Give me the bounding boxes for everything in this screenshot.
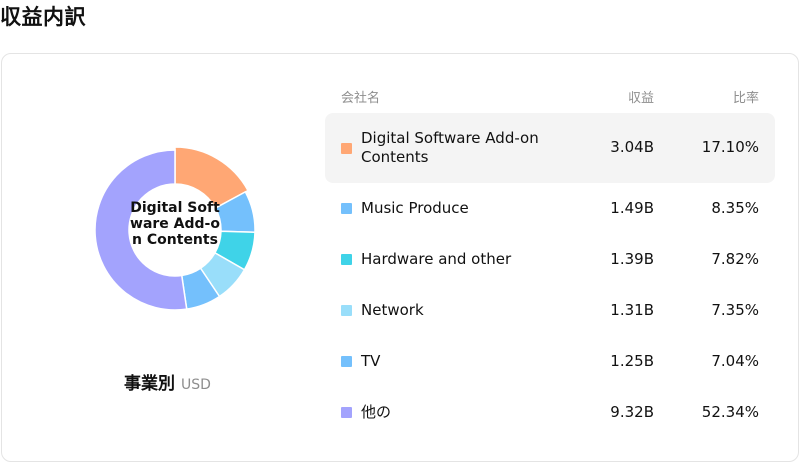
table-row[interactable]: TV 1.25B 7.04%	[325, 336, 775, 387]
row-name: 他の	[361, 402, 392, 421]
row-ratio: 52.34%	[701, 402, 759, 421]
revenue-table: 会社名 収益 比率 Digital Software Add-on Conten…	[325, 84, 775, 438]
legend-swatch	[341, 356, 352, 367]
table-body: Digital Software Add-on Contents 3.04B 17.…	[325, 113, 775, 438]
header-company-name: 会社名	[341, 91, 381, 106]
table-row[interactable]: Digital Software Add-on Contents 3.04B 17.…	[325, 113, 775, 183]
legend-swatch	[341, 407, 352, 418]
row-ratio: 8.35%	[711, 198, 759, 217]
row-ratio: 7.82%	[711, 249, 759, 268]
legend-swatch	[341, 142, 352, 154]
row-ratio: 7.35%	[711, 300, 759, 319]
row-revenue: 3.04B	[610, 138, 654, 156]
table-row[interactable]: Music Produce 1.49B 8.35%	[325, 183, 775, 234]
row-name: Digital Software Add-on Contents	[361, 129, 539, 166]
legend-swatch	[341, 203, 352, 214]
page-title: 収益内訳	[0, 5, 86, 29]
legend-swatch	[341, 305, 352, 316]
row-revenue: 1.31B	[610, 300, 654, 319]
header-revenue: 収益	[627, 91, 654, 106]
table-header: 会社名 収益 比率	[325, 84, 775, 108]
table-row[interactable]: Network 1.31B 7.35%	[325, 285, 775, 336]
donut-center-label: Digital Software Add-on Contents	[130, 200, 220, 248]
row-revenue: 9.32B	[610, 402, 654, 421]
header-ratio: 比率	[732, 91, 759, 106]
row-ratio: 7.04%	[711, 351, 759, 370]
row-name: Network	[361, 300, 424, 319]
row-name: Music Produce	[361, 198, 469, 217]
donut-caption-unit: USD	[181, 377, 211, 393]
row-revenue: 1.25B	[610, 351, 654, 370]
row-revenue: 1.49B	[610, 198, 654, 217]
donut-caption: 事業別 USD	[124, 369, 211, 394]
table-row[interactable]: 他の 9.32B 52.34%	[325, 387, 775, 438]
legend-swatch	[341, 254, 352, 265]
row-ratio: 17.10%	[701, 138, 759, 156]
row-name: TV	[361, 351, 381, 370]
donut-caption-title: 事業別	[124, 374, 175, 394]
table-row[interactable]: Hardware and other 1.39B 7.82%	[325, 234, 775, 285]
row-revenue: 1.39B	[610, 249, 654, 268]
row-name: Hardware and other	[361, 249, 512, 268]
